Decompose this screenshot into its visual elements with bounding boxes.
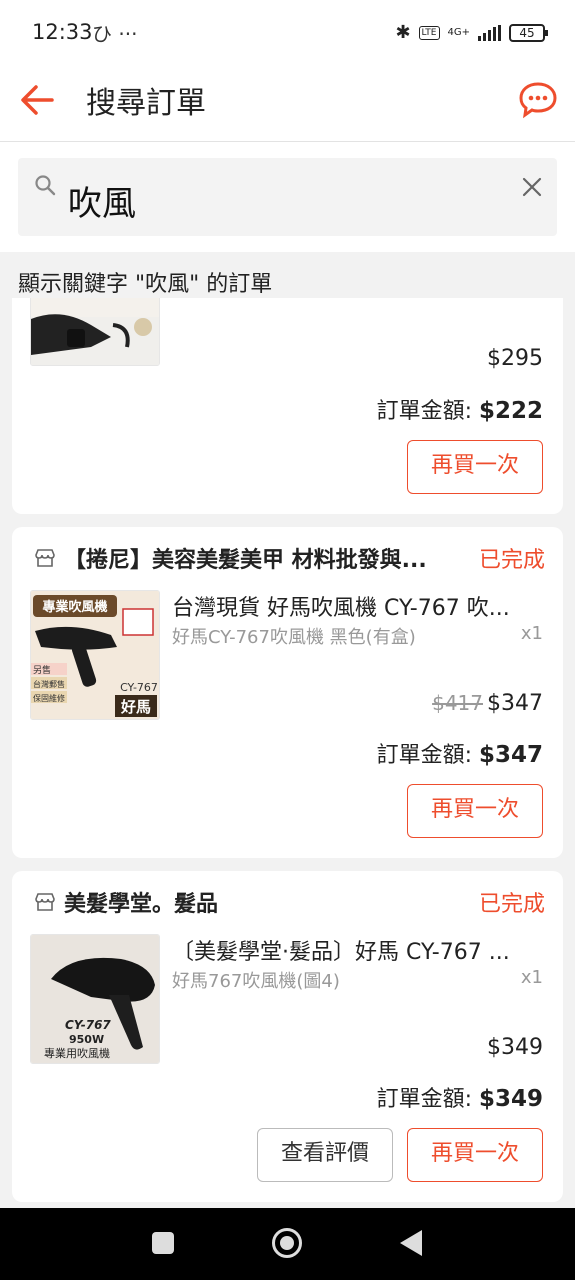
notification-icons: ひ ··· [92, 22, 138, 46]
back-icon[interactable] [400, 1230, 422, 1256]
status-time: 12:33 [32, 20, 93, 44]
shop-name: 【捲尼】美容美髮美甲 材料批發與... [64, 548, 427, 573]
total-value: $347 [478, 742, 543, 768]
page-title: 搜尋訂單 [86, 86, 206, 121]
thumb-model: CY-767 [120, 681, 158, 694]
order-status: 已完成 [478, 892, 545, 917]
top-bar: 搜尋訂單 [0, 66, 575, 142]
product-qty: x1 [520, 967, 543, 988]
product-variant: 好馬CY-767吹風機 黑色(有盒) [172, 627, 416, 648]
order-total: 訂單金額: $349 [377, 1081, 543, 1113]
product-variant: 好馬767吹風機(圖4) [172, 971, 340, 992]
total-label: 訂單金額: [376, 399, 479, 424]
order-total: 訂單金額: $347 [377, 737, 543, 769]
price-value: $347 [487, 691, 543, 716]
item-price: $417 $347 [432, 691, 543, 716]
total-label: 訂單金額: [376, 743, 479, 768]
thumb-banner: 專業吹風機 [42, 599, 107, 615]
item-price: $295 [487, 346, 543, 371]
shop-icon [34, 891, 56, 913]
status-bar: 12:33 ひ ··· ✱ LTE 4G+ 45 [0, 0, 575, 66]
order-status: 已完成 [478, 548, 545, 573]
chat-icon[interactable] [517, 80, 559, 120]
shop-row[interactable]: 美髮學堂。髮品 已完成 [34, 885, 545, 919]
thumb-model: CY-767 [65, 1018, 111, 1032]
thumb-brand: 好馬 [120, 698, 151, 716]
total-value: $349 [478, 1086, 543, 1112]
lte-icon: LTE [418, 25, 440, 40]
thumb-tag-3: 保固維修 [33, 693, 65, 703]
order-card[interactable]: 【捲尼】美容美髮美甲 材料批發與... 已完成 專業吹風機 另售 台灣郵售 保固… [12, 527, 563, 858]
view-review-button[interactable]: 查看評價 [257, 1128, 393, 1182]
status-icons: ✱ LTE 4G+ 45 [395, 22, 548, 43]
buy-again-button[interactable]: 再買一次 [407, 440, 543, 494]
search-input[interactable]: 吹風 [18, 158, 557, 236]
buy-again-button[interactable]: 再買一次 [407, 784, 543, 838]
signal-icon [478, 24, 501, 41]
buy-again-button[interactable]: 再買一次 [407, 1128, 543, 1182]
shop-name: 美髮學堂。髮品 [64, 892, 219, 917]
product-thumbnail: 專業吹風機 另售 台灣郵售 保固維修 CY-767 好馬 [30, 590, 160, 720]
product-name[interactable]: 台灣現貨 好馬吹風機 CY-767 吹... [172, 590, 544, 622]
search-value: 吹風 [68, 184, 136, 224]
product-thumbnail [30, 298, 160, 366]
total-value: $222 [478, 398, 543, 424]
total-label: 訂單金額: [376, 1087, 479, 1112]
product-thumbnail: CY-767 950W 專業用吹風機 [30, 934, 160, 1064]
search-section: 吹風 [0, 142, 575, 252]
product-qty: x1 [520, 623, 543, 644]
battery-icon: 45 [509, 23, 548, 42]
order-total: 訂單金額: $222 [377, 393, 543, 425]
thumb-watt: 950W [69, 1033, 104, 1046]
shop-row[interactable]: 【捲尼】美容美髮美甲 材料批發與... 已完成 [34, 541, 545, 575]
recents-icon[interactable] [152, 1232, 174, 1254]
bluetooth-icon: ✱ [395, 22, 411, 43]
thumb-tag-1: 另售 [33, 664, 51, 676]
home-icon[interactable] [272, 1228, 302, 1258]
back-arrow-icon[interactable] [18, 80, 58, 120]
order-card[interactable]: 美髮學堂。髮品 已完成 CY-767 950W 專業用吹風機 〔美髮學堂·髮品〕… [12, 871, 563, 1202]
shop-icon [34, 547, 56, 569]
network-label: 4G+ [447, 27, 471, 38]
original-price: $417 [432, 691, 483, 715]
product-name[interactable]: 〔美髮學堂·髮品〕好馬 CY-767 ... [172, 934, 544, 966]
clear-icon[interactable] [521, 176, 543, 198]
thumb-caption: 專業用吹風機 [44, 1046, 110, 1060]
price-value: $349 [487, 1035, 543, 1060]
system-nav-bar [0, 1208, 575, 1280]
item-price: $349 [487, 1035, 543, 1060]
price-value: $295 [487, 346, 543, 371]
order-card[interactable]: $295 訂單金額: $222 再買一次 [12, 298, 563, 514]
search-icon [34, 174, 56, 196]
thumb-tag-2: 台灣郵售 [33, 679, 65, 689]
